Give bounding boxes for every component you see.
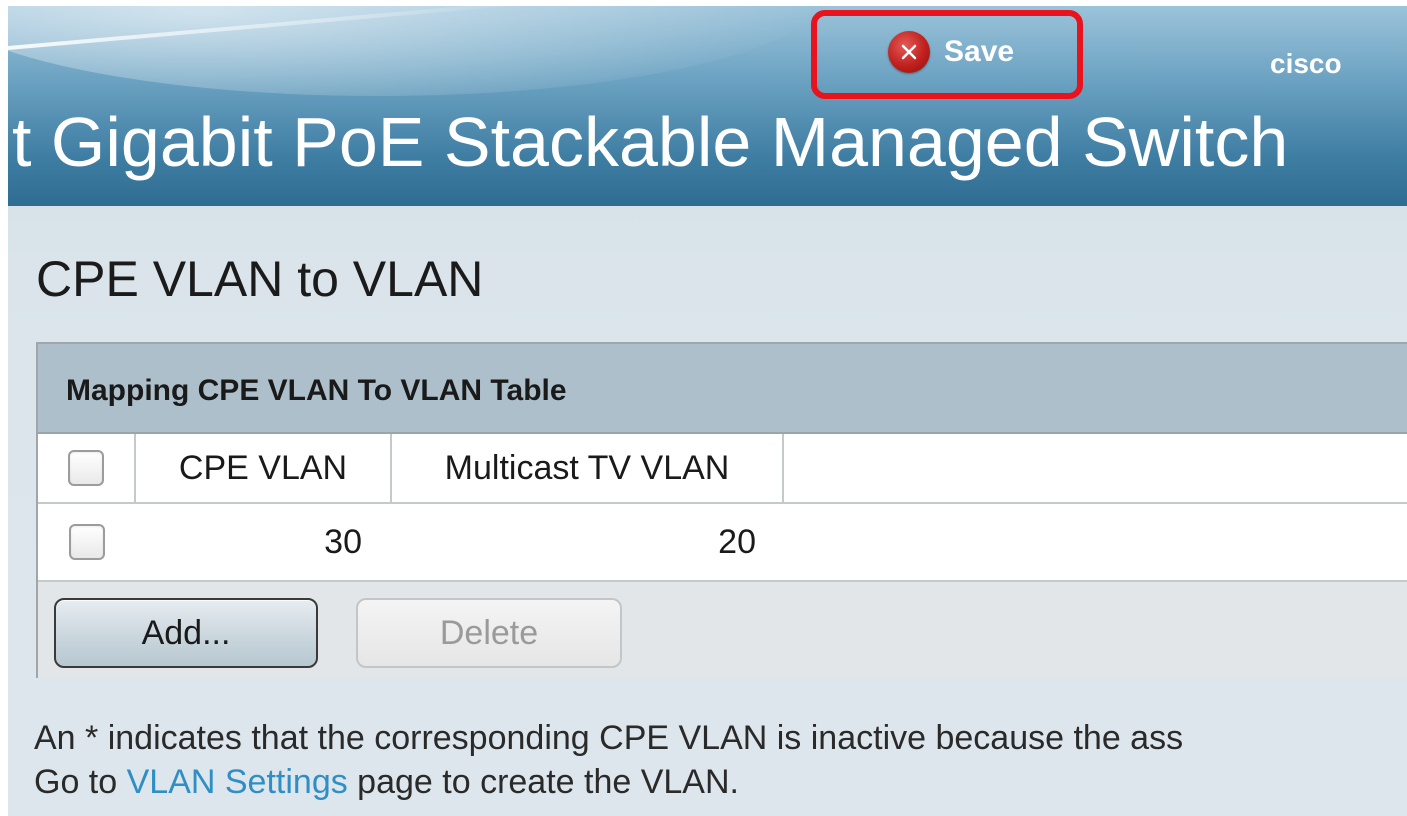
page-frame: Save cisco t Gigabit PoE Stackable Manag… xyxy=(8,6,1407,816)
mapping-table: Mapping CPE VLAN To VLAN Table CPE VLAN … xyxy=(36,342,1407,678)
table-row: 30 20 xyxy=(38,504,1407,582)
table-caption-text: Mapping CPE VLAN To VLAN Table xyxy=(66,374,567,407)
footnote-suffix: page to create the VLAN. xyxy=(347,763,739,801)
table-header-row: CPE VLAN Multicast TV VLAN xyxy=(38,434,1407,504)
save-label: Save xyxy=(944,35,1015,68)
column-header-cpe-vlan[interactable]: CPE VLAN xyxy=(136,434,392,502)
select-all-cell xyxy=(38,434,136,502)
add-button[interactable]: Add... xyxy=(54,598,318,668)
footnote-line-1: An * indicates that the corresponding CP… xyxy=(34,719,1184,757)
column-header-multicast-tv-vlan[interactable]: Multicast TV VLAN xyxy=(392,434,784,502)
row-checkbox[interactable] xyxy=(69,524,105,560)
delete-button[interactable]: Delete xyxy=(356,598,622,668)
button-bar: Add... Delete xyxy=(38,582,1407,678)
footnote: An * indicates that the corresponding CP… xyxy=(34,716,1183,804)
row-checkbox-cell xyxy=(38,504,136,580)
vlan-settings-link[interactable]: VLAN Settings xyxy=(127,763,348,801)
save-button[interactable]: Save xyxy=(888,30,1014,74)
multicast-tv-vlan-value: 20 xyxy=(718,522,756,561)
header-sheen xyxy=(8,6,828,96)
page-title: CPE VLAN to VLAN xyxy=(36,251,484,307)
footnote-line-2: Go to VLAN Settings page to create the V… xyxy=(34,760,1183,804)
select-all-checkbox[interactable] xyxy=(68,450,104,486)
cisco-logo: cisco xyxy=(1270,48,1342,79)
footnote-prefix: Go to xyxy=(34,763,127,801)
header-banner: Save cisco t Gigabit PoE Stackable Manag… xyxy=(8,6,1407,206)
cpe-vlan-value: 30 xyxy=(324,522,362,561)
product-title: t Gigabit PoE Stackable Managed Switch xyxy=(12,103,1289,181)
table-caption: Mapping CPE VLAN To VLAN Table xyxy=(38,344,1407,434)
close-circle-icon xyxy=(888,31,930,73)
